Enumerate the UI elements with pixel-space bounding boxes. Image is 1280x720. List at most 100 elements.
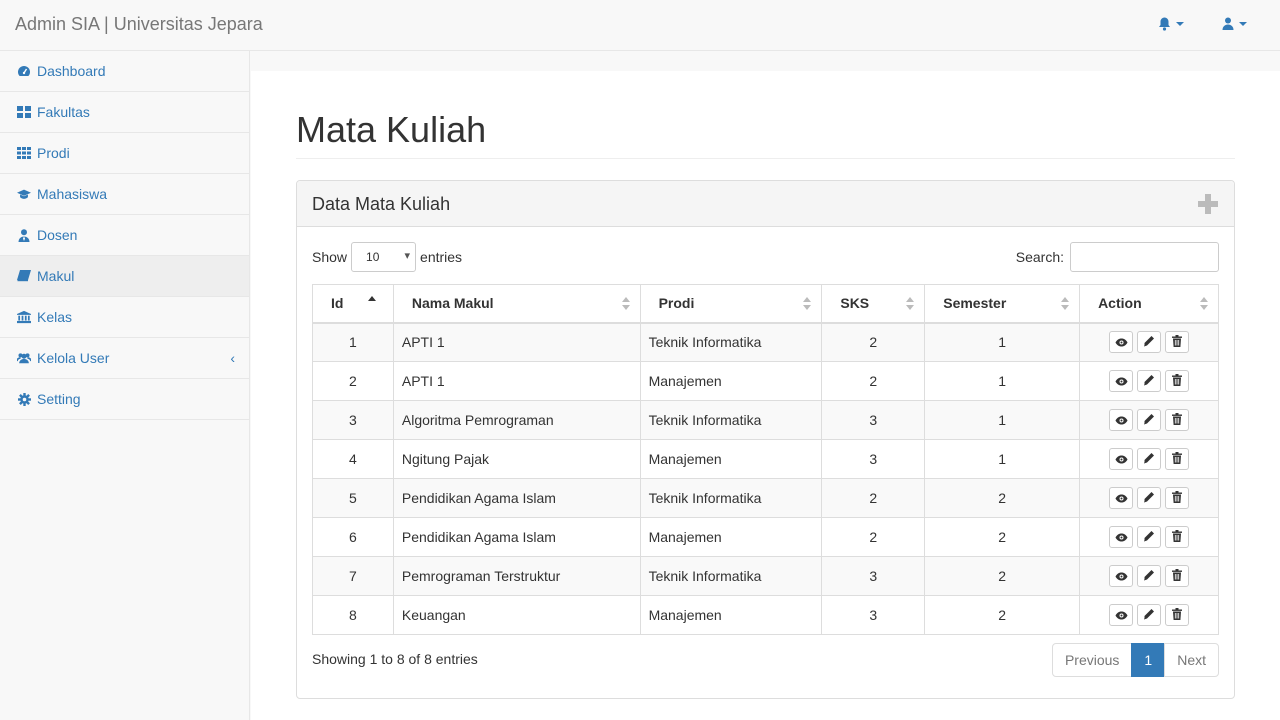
sidebar-item-setting[interactable]: Setting <box>0 379 249 420</box>
cell-sks: 3 <box>821 439 926 479</box>
eye-icon <box>1115 451 1128 467</box>
cell-prodi: Teknik Informatika <box>639 322 823 362</box>
show-label: Show <box>312 249 348 265</box>
page-title: Mata Kuliah <box>296 109 487 150</box>
panel-heading: Data Mata Kuliah <box>297 181 1234 227</box>
table-header-row: Id Nama Makul Prodi SKS Semester Action <box>312 284 1219 324</box>
edit-button[interactable] <box>1137 604 1162 626</box>
previous-page-button[interactable]: Previous <box>1051 643 1133 677</box>
table-row: 2 APTI 1 Manajemen 2 1 <box>312 361 1219 401</box>
eye-icon <box>1115 568 1128 584</box>
cell-action <box>1079 361 1219 401</box>
sidebar-item-mahasiswa[interactable]: Mahasiswa <box>0 174 249 215</box>
eye-icon <box>1115 529 1128 545</box>
cell-action <box>1079 478 1219 518</box>
edit-button[interactable] <box>1137 565 1162 587</box>
cell-prodi: Manajemen <box>639 517 823 557</box>
eye-icon <box>1115 412 1128 428</box>
pencil-icon <box>1143 607 1155 623</box>
cell-semester: 2 <box>924 556 1081 596</box>
table-row: 5 Pendidikan Agama Islam Teknik Informatik… <box>312 478 1219 518</box>
pencil-icon <box>1143 568 1155 584</box>
sort-icon <box>1061 297 1070 311</box>
delete-button[interactable] <box>1165 331 1190 354</box>
table-row: 6 Pendidikan Agama Islam Manajemen 2 2 <box>312 517 1219 557</box>
cell-nama-makul: Pendidikan Agama Islam <box>392 478 641 518</box>
cell-prodi: Manajemen <box>639 439 823 479</box>
chevron-down-icon <box>1176 22 1184 26</box>
delete-button[interactable] <box>1165 448 1190 470</box>
trash-icon <box>1172 412 1183 428</box>
column-header-semester[interactable]: Semester <box>924 284 1081 324</box>
pencil-icon <box>1143 490 1155 506</box>
book-icon <box>17 269 31 283</box>
cell-prodi: Manajemen <box>639 595 823 635</box>
column-header-action[interactable]: Action <box>1079 284 1219 324</box>
table-row: 1 APTI 1 Teknik Informatika 2 1 <box>312 322 1219 362</box>
delete-button[interactable] <box>1165 526 1190 548</box>
column-header-sks[interactable]: SKS <box>821 284 926 324</box>
cell-prodi: Teknik Informatika <box>639 556 823 596</box>
delete-button[interactable] <box>1165 604 1190 626</box>
column-header-prodi[interactable]: Prodi <box>639 284 823 324</box>
sidebar-item-prodi[interactable]: Prodi <box>0 133 249 174</box>
pencil-icon <box>1143 334 1155 350</box>
delete-button[interactable] <box>1165 565 1190 587</box>
next-page-button[interactable]: Next <box>1164 643 1219 677</box>
user-dropdown[interactable] <box>1222 17 1247 30</box>
cell-action <box>1079 517 1219 557</box>
edit-button[interactable] <box>1137 331 1162 354</box>
delete-button[interactable] <box>1165 370 1190 392</box>
view-button[interactable] <box>1109 604 1134 626</box>
edit-button[interactable] <box>1137 370 1162 392</box>
table-row: 8 Keuangan Manajemen 3 2 <box>312 595 1219 635</box>
view-button[interactable] <box>1109 370 1134 392</box>
view-button[interactable] <box>1109 409 1134 431</box>
institution-icon <box>17 310 31 324</box>
view-button[interactable] <box>1109 526 1134 548</box>
sidebar-item-dosen[interactable]: Dosen <box>0 215 249 256</box>
cell-semester: 1 <box>924 439 1081 479</box>
cell-sks: 2 <box>821 361 926 401</box>
eye-icon <box>1115 490 1128 506</box>
entries-label: entries <box>420 249 463 265</box>
trash-icon <box>1172 490 1183 506</box>
sidebar-item-dashboard[interactable]: Dashboard <box>0 51 249 92</box>
notifications-dropdown[interactable] <box>1158 17 1184 31</box>
edit-button[interactable] <box>1137 526 1162 548</box>
pencil-icon <box>1143 529 1155 545</box>
sidebar: Dashboard Fakultas Prodi Mahasiswa Dosen… <box>0 51 250 720</box>
cell-sks: 3 <box>821 400 926 440</box>
search-input[interactable] <box>1070 242 1219 272</box>
cell-id: 6 <box>312 517 394 557</box>
page-length-select[interactable]: 10 <box>351 242 417 272</box>
delete-button[interactable] <box>1165 487 1190 509</box>
chevron-left-icon: ‹ <box>230 350 235 366</box>
delete-button[interactable] <box>1165 409 1190 431</box>
edit-button[interactable] <box>1137 487 1162 509</box>
cell-nama-makul: APTI 1 <box>392 322 641 362</box>
view-button[interactable] <box>1109 448 1134 470</box>
sidebar-item-fakultas[interactable]: Fakultas <box>0 92 249 133</box>
sidebar-item-label: Dosen <box>37 227 78 243</box>
sidebar-item-kelas[interactable]: Kelas <box>0 297 249 338</box>
sidebar-item-label: Setting <box>37 391 81 407</box>
edit-button[interactable] <box>1137 409 1162 431</box>
brand-link[interactable]: Admin SIA | Universitas Jepara <box>15 14 263 35</box>
cell-sks: 3 <box>821 595 926 635</box>
sidebar-item-makul[interactable]: Makul <box>0 256 249 297</box>
cell-action <box>1079 400 1219 440</box>
view-button[interactable] <box>1109 487 1134 509</box>
edit-button[interactable] <box>1137 448 1162 470</box>
cell-nama-makul: Algoritma Pemrograman <box>392 400 641 440</box>
column-header-id[interactable]: Id <box>312 284 394 324</box>
sidebar-item-kelola-user[interactable]: Kelola User ‹ <box>0 338 249 379</box>
column-header-nama-makul[interactable]: Nama Makul <box>392 284 641 324</box>
pencil-icon <box>1143 451 1155 467</box>
view-button[interactable] <box>1109 565 1134 587</box>
cell-sks: 2 <box>821 517 926 557</box>
cell-id: 3 <box>312 400 394 440</box>
view-button[interactable] <box>1109 331 1134 354</box>
add-makul-button[interactable] <box>1198 194 1218 214</box>
page-1-button[interactable]: 1 <box>1131 643 1166 677</box>
